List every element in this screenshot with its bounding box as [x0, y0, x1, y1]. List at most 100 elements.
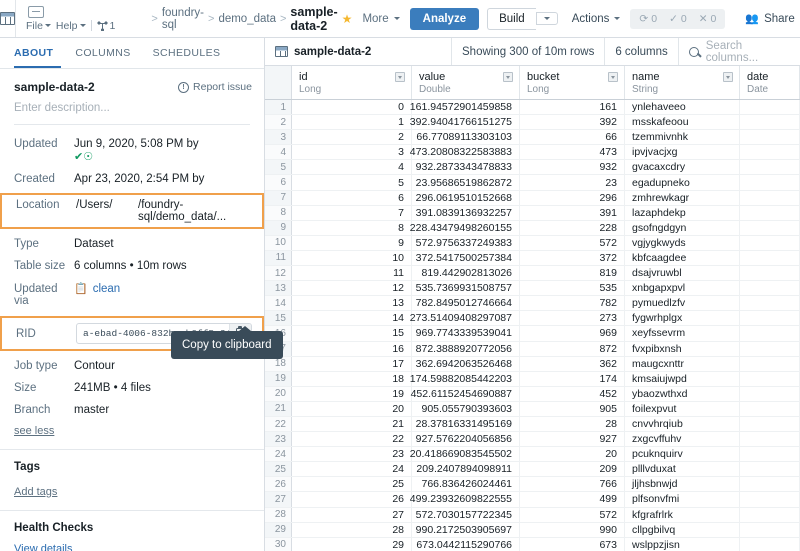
- cell-name[interactable]: zmhrewkagr: [625, 190, 740, 205]
- cell-id[interactable]: 5: [292, 175, 412, 190]
- cell-name[interactable]: pymuedlzfv: [625, 296, 740, 311]
- cell-id[interactable]: 2: [292, 130, 412, 145]
- cell-value[interactable]: 572.7030157722345: [412, 507, 520, 522]
- cell-date[interactable]: [740, 160, 800, 175]
- cell-value[interactable]: 932.2873343478833: [412, 160, 520, 175]
- cell-value[interactable]: 819.442902813026: [412, 266, 520, 281]
- cell-id[interactable]: 22: [292, 432, 412, 447]
- cell-id[interactable]: 16: [292, 341, 412, 356]
- tab-columns[interactable]: COLUMNS: [75, 38, 138, 68]
- filter-icon[interactable]: [723, 72, 733, 82]
- cell-value[interactable]: 499.23932609822555: [410, 492, 520, 507]
- cell-name[interactable]: xnbgapxpvl: [625, 281, 740, 296]
- table-row[interactable]: 27 26 499.23932609822555 499 plfsonvfmi: [265, 492, 800, 508]
- table-row[interactable]: 13 12 535.7369931508757 535 xnbgapxpvl: [265, 281, 800, 297]
- cell-name[interactable]: plfsonvfmi: [625, 492, 740, 507]
- build-dropdown-button[interactable]: [535, 12, 558, 25]
- cell-bucket[interactable]: 673: [520, 537, 625, 551]
- table-row[interactable]: 30 29 673.0442115290766 673 wslppzjisn: [265, 537, 800, 551]
- see-less-link[interactable]: see less: [0, 421, 264, 449]
- cell-date[interactable]: [740, 401, 800, 416]
- cell-name[interactable]: cnvvhrqiub: [625, 416, 740, 432]
- cell-name[interactable]: tzemmivnhk: [625, 130, 740, 145]
- cell-id[interactable]: 9: [292, 235, 412, 250]
- table-row[interactable]: 5 4 932.2873343478833 932 gvacaxcdry: [265, 160, 800, 176]
- cell-value[interactable]: 905.055790393603: [412, 401, 520, 416]
- cell-id[interactable]: 18: [292, 371, 412, 386]
- cell-value[interactable]: 174.59882085442203: [410, 371, 520, 386]
- cell-value[interactable]: 66.77089113303103: [412, 130, 520, 145]
- cell-bucket[interactable]: 452: [520, 386, 625, 401]
- file-menu[interactable]: File: [26, 20, 51, 32]
- cell-value[interactable]: 296.0619510152668: [412, 190, 520, 205]
- updated-via-link[interactable]: clean: [93, 283, 121, 295]
- table-row[interactable]: 1716872.3888920772056872fvxpibxnsh: [265, 341, 800, 357]
- cell-bucket[interactable]: 391: [520, 205, 625, 220]
- cell-value[interactable]: 273.51409408297087: [410, 311, 520, 326]
- cell-date[interactable]: [740, 175, 800, 190]
- cell-bucket[interactable]: 927: [520, 432, 625, 447]
- cell-value[interactable]: 673.0442115290766: [412, 537, 520, 551]
- table-row[interactable]: 7 6 296.0619510152668 296 zmhrewkagr: [265, 190, 800, 206]
- cell-value[interactable]: 391.0839136932257: [412, 205, 520, 220]
- cell-bucket[interactable]: 392: [520, 115, 625, 130]
- help-menu[interactable]: Help: [56, 20, 86, 32]
- cell-value[interactable]: 209.2407894098911: [412, 462, 520, 477]
- table-row[interactable]: 15 14 273.51409408297087 273 fygwrhplgx: [265, 311, 800, 327]
- table-row[interactable]: 23 22 927.5762204056856 927 zxgcvffuhv: [265, 432, 800, 448]
- table-row[interactable]: 11 10 372.5417500257384 372 kbfcaagdee: [265, 250, 800, 267]
- cell-name[interactable]: kfgrafrlrk: [625, 507, 740, 522]
- cell-value[interactable]: 23.95686519862872: [412, 175, 520, 190]
- cell-name[interactable]: pcuknquirv: [625, 447, 740, 462]
- cell-name[interactable]: gvacaxcdry: [625, 160, 740, 175]
- cell-bucket[interactable]: 362: [520, 356, 625, 371]
- breadcrumb-item-0[interactable]: foundry-sql: [162, 7, 204, 31]
- cell-id[interactable]: 21: [292, 416, 412, 432]
- cell-date[interactable]: [740, 462, 800, 477]
- cell-id[interactable]: 8: [292, 220, 412, 235]
- cell-date[interactable]: [740, 432, 800, 447]
- cell-bucket[interactable]: 23: [520, 175, 625, 190]
- table-row[interactable]: 2 1 392.94041766151275 392 msskafeoou: [265, 115, 800, 131]
- cell-bucket[interactable]: 209: [520, 462, 625, 477]
- cell-date[interactable]: [740, 447, 800, 462]
- cell-id[interactable]: 20: [292, 401, 412, 416]
- cell-value[interactable]: 362.6942063526468: [412, 356, 520, 371]
- cell-id[interactable]: 15: [292, 326, 412, 341]
- share-button[interactable]: 👥 Share: [737, 0, 800, 37]
- cell-date[interactable]: [740, 507, 800, 522]
- cell-bucket[interactable]: 372: [520, 250, 625, 266]
- table-row[interactable]: 8 7 391.0839136932257 391 lazaphdekp: [265, 205, 800, 221]
- table-row[interactable]: 20 19 452.61152454690887 452 ybaozwthxd: [265, 386, 800, 402]
- cell-name[interactable]: egadupneko: [625, 175, 740, 190]
- cell-id[interactable]: 28: [292, 522, 412, 537]
- table-row[interactable]: 12 11 819.442902813026 819 dsajvruwbl: [265, 266, 800, 282]
- table-row[interactable]: 26 25 766.836426024461 766 jljhsbnwjd: [265, 477, 800, 493]
- cell-name[interactable]: ynlehaveeo: [625, 100, 740, 115]
- cell-id[interactable]: 13: [292, 296, 412, 311]
- cell-id[interactable]: 27: [292, 507, 412, 522]
- cell-name[interactable]: ipvjvacjxg: [625, 145, 740, 160]
- cell-value[interactable]: 452.61152454690887: [411, 386, 520, 401]
- cell-id[interactable]: 6: [292, 190, 412, 205]
- cell-value[interactable]: 872.3888920772056: [412, 341, 520, 356]
- view-details-link[interactable]: View details: [14, 543, 250, 551]
- cell-bucket[interactable]: 990: [520, 522, 625, 537]
- table-row[interactable]: 18 17 362.6942063526468 362 maugcxnttr: [265, 356, 800, 372]
- cell-date[interactable]: [740, 492, 800, 507]
- cell-date[interactable]: [740, 371, 800, 386]
- cell-name[interactable]: lazaphdekp: [625, 205, 740, 220]
- breadcrumb-item-1[interactable]: demo_data: [218, 13, 276, 25]
- cell-date[interactable]: [740, 190, 800, 205]
- cell-value[interactable]: 990.2172503905697: [412, 522, 520, 537]
- cell-value[interactable]: 572.9756337249383: [412, 235, 520, 250]
- cell-value[interactable]: 473.20808322583883: [410, 145, 520, 160]
- cell-bucket[interactable]: 499: [520, 492, 625, 507]
- table-row[interactable]: 29 28 990.2172503905697 990 cllpgbilvq: [265, 522, 800, 538]
- cell-id[interactable]: 23: [292, 447, 412, 462]
- cell-id[interactable]: 4: [292, 160, 412, 175]
- table-row[interactable]: 28 27 572.7030157722345 572 kfgrafrlrk: [265, 507, 800, 523]
- cell-bucket[interactable]: 273: [520, 311, 625, 326]
- cell-id[interactable]: 1: [292, 115, 412, 130]
- cell-bucket[interactable]: 20: [520, 447, 625, 462]
